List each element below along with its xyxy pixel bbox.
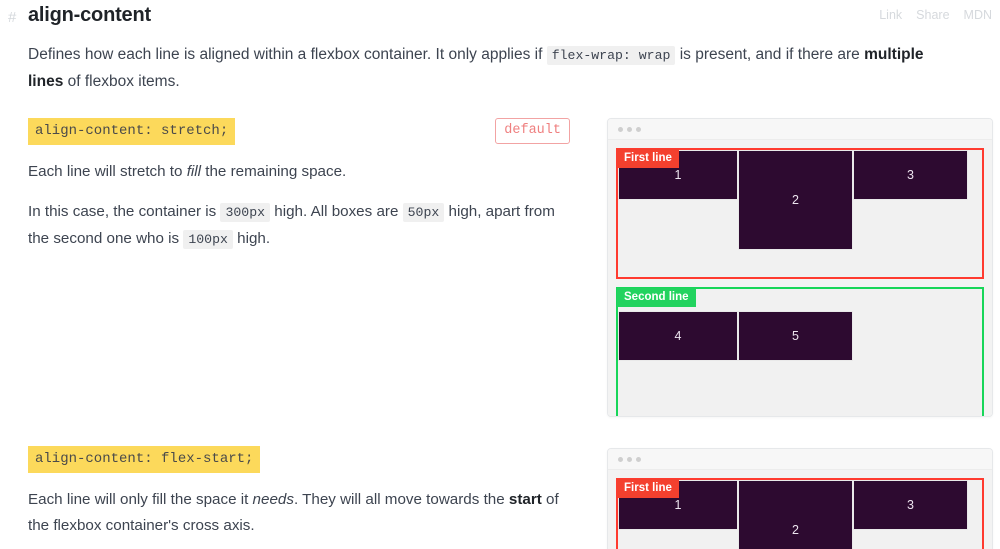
default-badge: default	[495, 118, 570, 144]
flex-box: 4	[618, 311, 738, 361]
s2-d1-em: needs	[252, 491, 294, 508]
page-title: align-content	[28, 4, 151, 26]
anchor-hash-icon[interactable]: #	[8, 9, 16, 26]
section-stretch-desc-p1: Each line will stretch to fill the remai…	[28, 159, 570, 185]
s1-d2-t4: high.	[232, 230, 271, 247]
intro-text-2: is present, and if there are	[675, 46, 865, 63]
section-flex-start-code-title: align-content: flex-start;	[28, 446, 261, 473]
demo-body-1: First line 1 2 3 Second line 4 5	[608, 140, 992, 416]
mdn-link[interactable]: MDN	[964, 8, 992, 22]
s1-code-300px: 300px	[220, 203, 271, 222]
s1-code-100px: 100px	[183, 230, 233, 249]
window-dot-icon	[636, 456, 641, 462]
section-stretch: align-content: stretch; default Each lin…	[28, 118, 570, 267]
window-dot-icon	[627, 126, 632, 132]
section-flex-start-description: Each line will only fill the space it ne…	[28, 487, 570, 539]
flex-line-first-1: First line 1 2 3	[616, 148, 984, 279]
demo-chrome-bar-1	[608, 119, 992, 140]
flex-box: 3	[853, 150, 968, 200]
page-header: # align-content Link Share MDN	[0, 0, 1000, 36]
header-links: Link Share MDN	[879, 8, 992, 22]
demo-panel-flex-start: First line 1 2 3	[607, 448, 993, 549]
flex-box: 2	[738, 480, 853, 549]
intro-text-1: Defines how each line is aligned within …	[28, 46, 547, 63]
link-link[interactable]: Link	[879, 8, 902, 22]
section-flex-start-desc-p1: Each line will only fill the space it ne…	[28, 487, 570, 539]
intro-text-3: of flexbox items.	[63, 73, 180, 90]
demo-body-2: First line 1 2 3	[608, 470, 992, 549]
intro-paragraph: Defines how each line is aligned within …	[28, 42, 958, 95]
s1-d1-em: fill	[186, 163, 202, 180]
first-line-label: First line	[617, 149, 679, 168]
s1-d1-t2: the remaining space.	[201, 163, 347, 180]
share-link[interactable]: Share	[916, 8, 949, 22]
s2-d1-t1: Each line will only fill the space it	[28, 491, 253, 508]
first-line-label: First line	[617, 479, 679, 498]
demo-chrome-bar-2	[608, 449, 992, 470]
flex-line-first-2: First line 1 2 3	[616, 478, 984, 549]
demo-panel-stretch: First line 1 2 3 Second line 4 5	[607, 118, 993, 417]
section-stretch-description: Each line will stretch to fill the remai…	[28, 159, 570, 253]
s2-d1-bold: start	[508, 491, 542, 508]
window-dot-icon	[618, 126, 623, 132]
s1-d1-t1: Each line will stretch to	[28, 163, 187, 180]
intro-inline-code: flex-wrap: wrap	[546, 46, 676, 65]
s1-d2-t1: In this case, the container is	[28, 203, 221, 220]
section-stretch-title-row: align-content: stretch; default	[28, 118, 570, 148]
second-line-label: Second line	[617, 288, 696, 307]
window-dot-icon	[627, 456, 632, 462]
section-flex-start: align-content: flex-start; Each line wil…	[28, 446, 570, 549]
section-flex-start-title-row: align-content: flex-start;	[28, 446, 570, 476]
flex-box: 3	[853, 480, 968, 530]
s1-code-50px: 50px	[402, 203, 445, 222]
flex-box: 2	[738, 150, 853, 250]
s2-d1-t2: . They will all move towards the	[293, 491, 509, 508]
window-dot-icon	[636, 126, 641, 132]
s1-d2-t2: high. All boxes are	[270, 203, 403, 220]
window-dot-icon	[618, 456, 623, 462]
page-root: # align-content Link Share MDN Defines h…	[0, 0, 1000, 549]
section-stretch-desc-p2: In this case, the container is 300px hig…	[28, 199, 570, 253]
flex-box: 5	[738, 311, 853, 361]
flex-line-second-1: Second line 4 5	[616, 287, 984, 416]
section-stretch-code-title: align-content: stretch;	[28, 118, 236, 145]
